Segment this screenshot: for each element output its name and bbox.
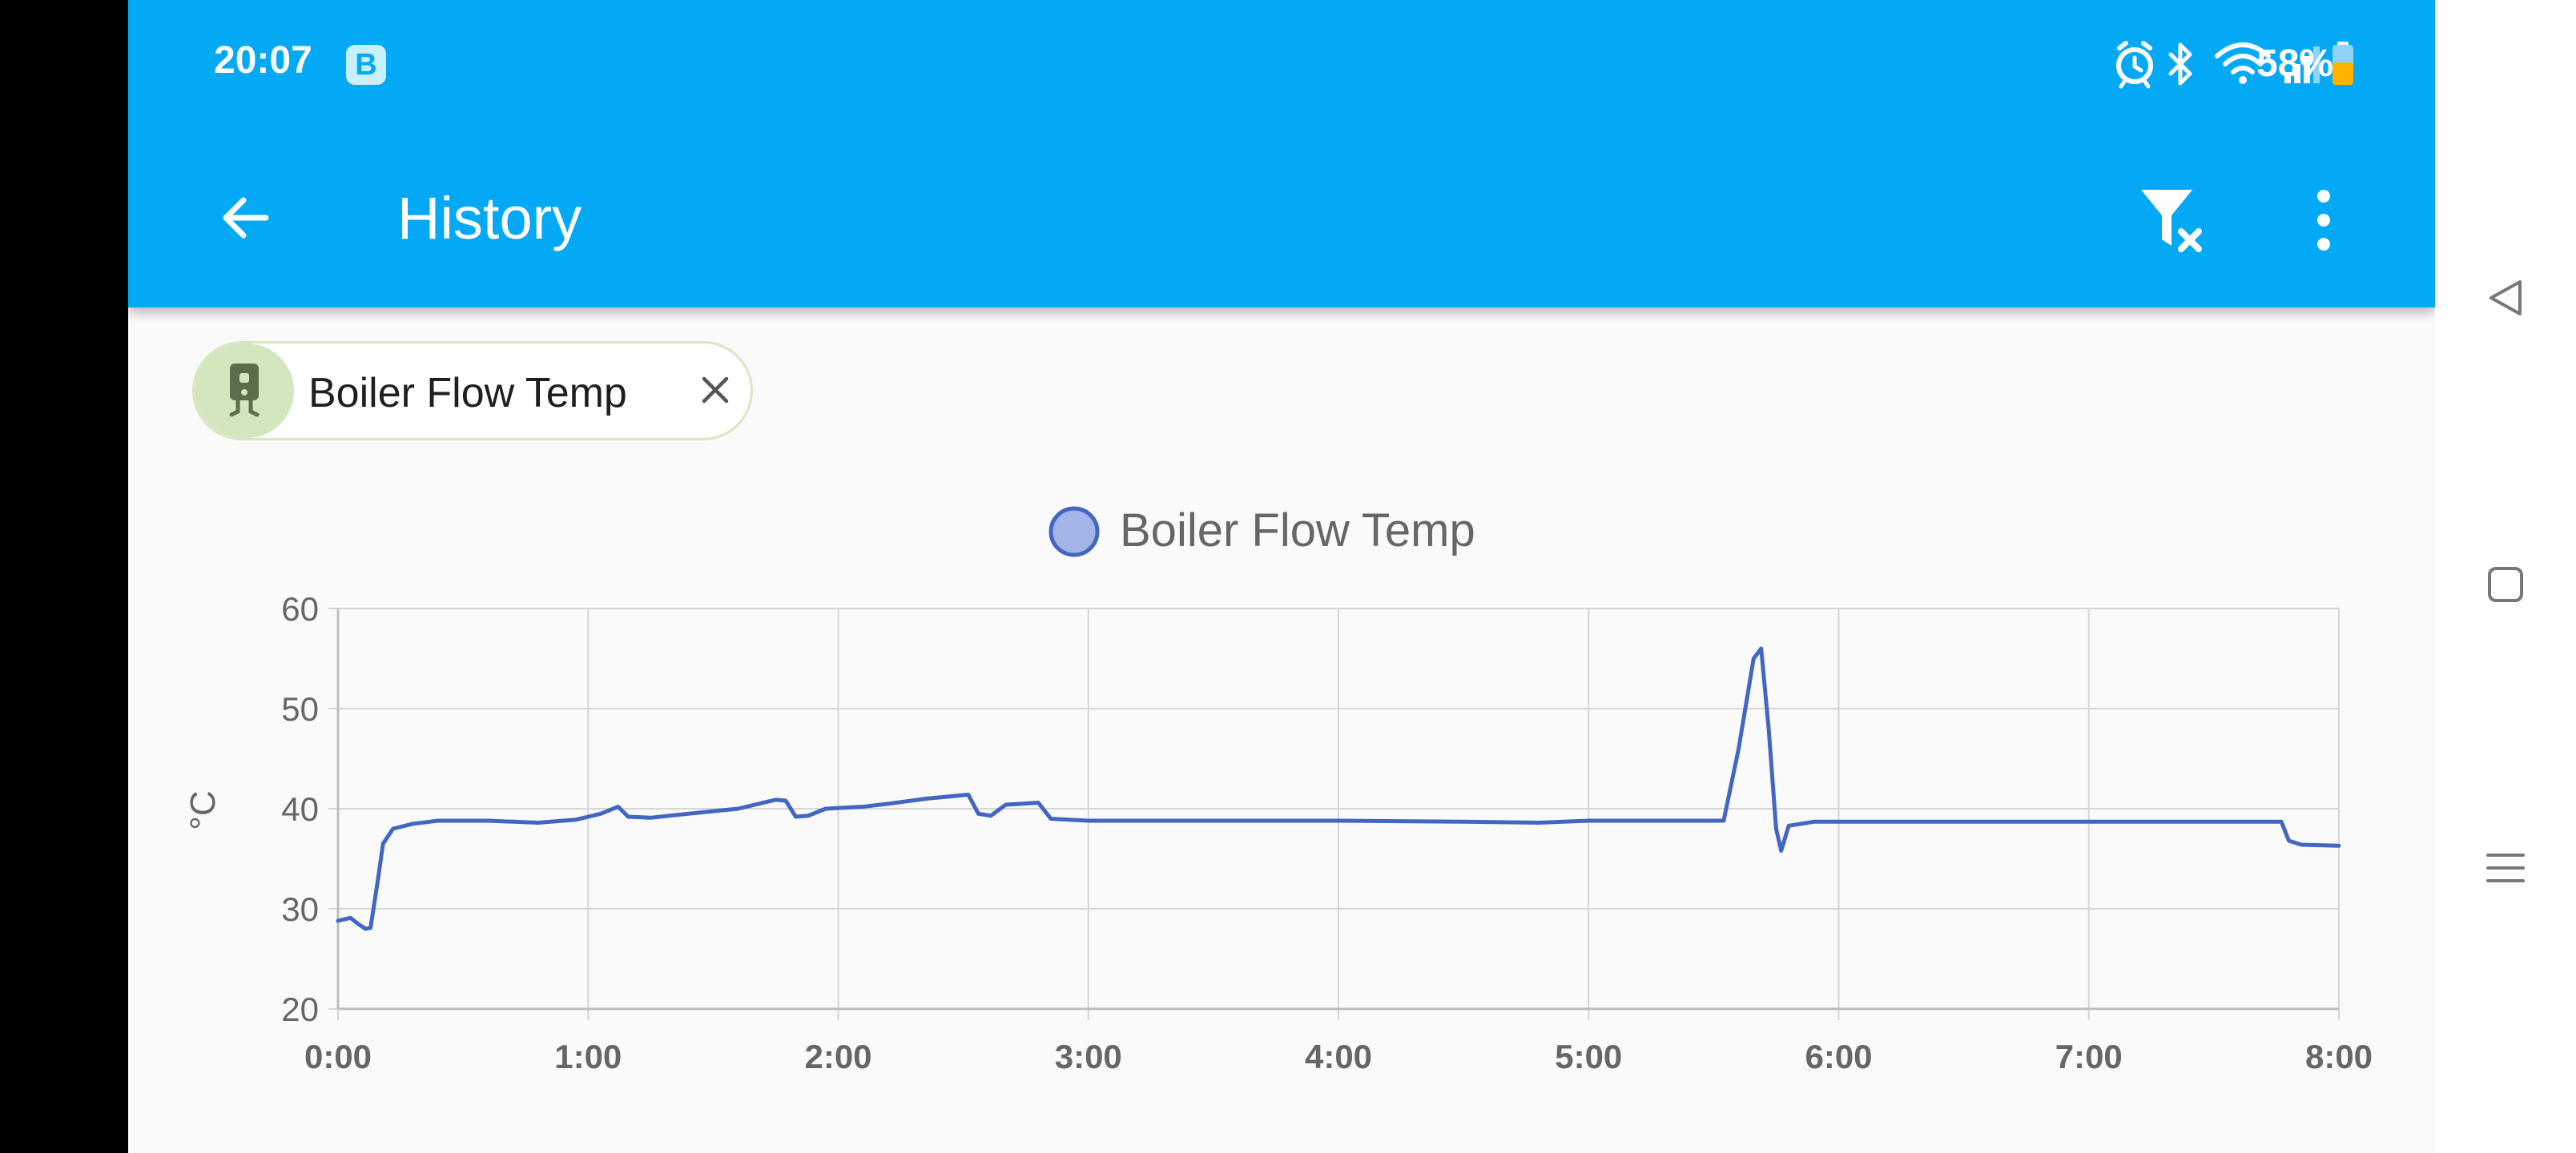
battery-icon <box>2332 42 2353 85</box>
y-tick-label: 50 <box>281 690 319 728</box>
x-tick-label: 4:00 <box>1305 1038 1372 1075</box>
history-chart: Boiler Flow Temp 20 30 40 50 60 0:00 1:00 2:00 3… <box>183 504 2373 1075</box>
app-bar: 20:07 B 58% History <box>128 0 2435 307</box>
x-tick-label: 5:00 <box>1555 1038 1622 1075</box>
b-notification-icon: B <box>346 45 386 85</box>
chart-axes: 20 30 40 50 60 0:00 1:00 2:00 3:00 4:00 5:00 6:00 7:… <box>281 590 2373 1075</box>
legend-label: Boiler Flow Temp <box>1120 504 1475 556</box>
x-tick-label: 2:00 <box>804 1038 871 1075</box>
alarm-icon <box>2116 41 2153 89</box>
nav-home-button[interactable] <box>2435 536 2576 633</box>
filter-remove-icon <box>2141 190 2202 252</box>
close-icon <box>702 376 729 404</box>
page-title: History <box>397 185 582 251</box>
y-tick-label: 20 <box>281 990 319 1028</box>
square-home-icon <box>2488 567 2523 602</box>
legend-swatch <box>1049 506 1100 557</box>
battery-percent: 58% <box>2256 42 2334 85</box>
status-time: 20:07 <box>214 39 312 82</box>
x-tick-label: 1:00 <box>554 1038 622 1075</box>
recents-icon <box>2486 854 2525 882</box>
x-tick-label: 6:00 <box>1805 1038 1872 1075</box>
y-axis-label: °C <box>183 790 223 830</box>
x-tick-label: 3:00 <box>1055 1038 1122 1075</box>
nav-back-button[interactable] <box>2435 250 2576 346</box>
x-tick-label: 7:00 <box>2055 1038 2123 1075</box>
y-tick-label: 40 <box>281 790 319 828</box>
y-tick-label: 60 <box>281 590 319 628</box>
more-options-button[interactable] <box>2280 176 2368 264</box>
status-icons <box>2116 41 2353 89</box>
nav-recents-button[interactable] <box>2435 820 2576 916</box>
arrow-left-icon <box>223 197 269 239</box>
chip-avatar <box>195 343 294 438</box>
bluetooth-icon <box>2168 42 2192 86</box>
x-tick-label: 0:00 <box>304 1038 372 1075</box>
triangle-back-icon <box>2489 280 2522 315</box>
chip-label: Boiler Flow Temp <box>308 370 627 416</box>
system-nav-bar <box>2435 0 2576 1153</box>
more-vertical-icon <box>2317 190 2330 251</box>
chart-legend[interactable]: Boiler Flow Temp <box>1049 504 1475 557</box>
y-tick-label: 30 <box>281 890 319 928</box>
x-tick-label: 8:00 <box>2305 1038 2373 1075</box>
boiler-icon <box>229 364 260 417</box>
app-screen: 20:07 B 58% History Boiler Flow Temp Boi… <box>128 0 2435 1153</box>
back-button[interactable] <box>205 178 285 258</box>
clear-filter-button[interactable] <box>2129 176 2217 264</box>
chip-remove-button[interactable] <box>691 366 739 414</box>
chart-grid <box>328 608 2340 1020</box>
entity-filter-chip[interactable]: Boiler Flow Temp <box>192 341 753 440</box>
